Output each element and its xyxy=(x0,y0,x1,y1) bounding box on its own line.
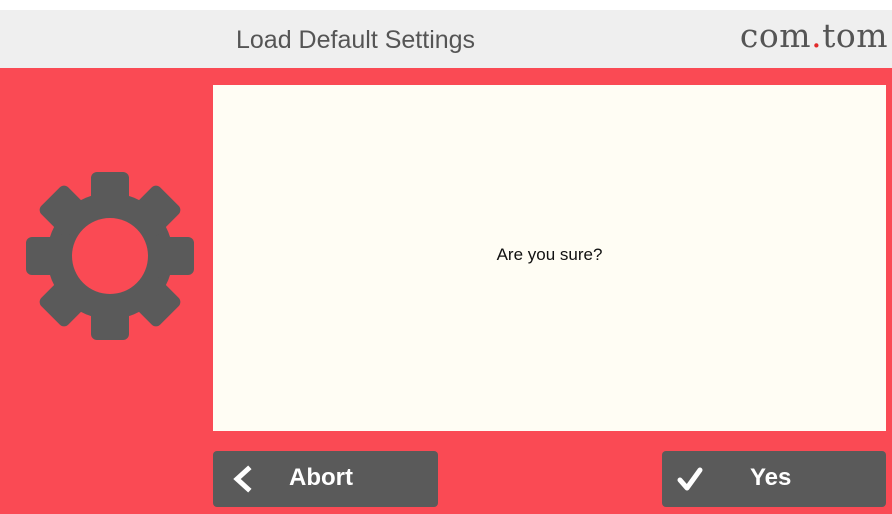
yes-button-label: Yes xyxy=(750,464,792,491)
screen: Load Default Settings com.tom Are you su… xyxy=(0,0,892,514)
page-title: Load Default Settings xyxy=(236,26,476,54)
header-bar: Load Default Settings com.tom xyxy=(0,10,892,68)
gear-icon xyxy=(26,172,194,340)
message-box: Are you sure? xyxy=(213,85,886,431)
dialog-panel: Are you sure? Abort Yes xyxy=(0,68,892,514)
brand-text-com: com xyxy=(739,16,812,55)
brand-text-tom: tom xyxy=(822,16,888,55)
confirmation-message: Are you sure? xyxy=(496,245,603,264)
checkmark-icon xyxy=(677,467,703,491)
abort-button-label: Abort xyxy=(289,464,353,491)
yes-button[interactable]: Yes xyxy=(662,451,886,507)
chevron-left-icon xyxy=(233,465,252,493)
abort-button[interactable]: Abort xyxy=(213,451,438,507)
brand-logo: com.tom xyxy=(740,16,888,55)
brand-dot: . xyxy=(811,16,823,55)
